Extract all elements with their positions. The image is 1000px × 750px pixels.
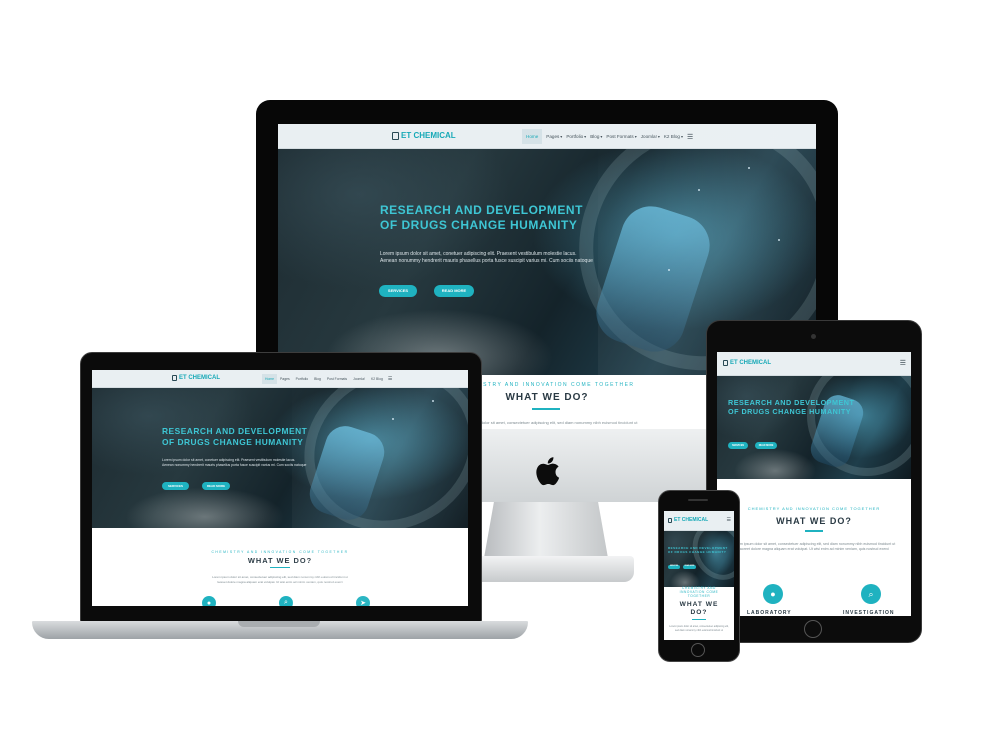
feature-laboratory-label: LABORATORY: [747, 610, 792, 616]
laptop-notch: [238, 621, 320, 627]
laptop-screen: ET CHEMICAL Home Pages Portfolio Blog Po…: [92, 370, 468, 606]
imac-stand-foot: [462, 556, 634, 582]
read-more-button[interactable]: READ MORE: [434, 285, 474, 297]
hero-title-line-2: OF DRUGS CHANGE HUMANITY: [380, 218, 578, 232]
hero-banner: RESEARCH AND DEVELOPMENT OF DRUGS CHANGE…: [92, 388, 468, 528]
menu-item-k2-blog[interactable]: K2 Blog: [368, 374, 386, 384]
hamburger-menu-icon[interactable]: ☰: [388, 376, 392, 382]
section-text: Lorem ipsum dolor sit amet, consectetuer…: [669, 625, 729, 632]
services-button[interactable]: SERVICES: [728, 442, 748, 449]
services-button[interactable]: SERVICES: [162, 482, 189, 490]
main-menu: Home Pages Portfolio Blog Post Formats J…: [262, 374, 392, 384]
hero-title: RESEARCH AND DEVELOPMENT OF DRUGS CHANGE…: [162, 426, 307, 447]
hero-text-line-2: Aenean nonummy hendrerit mauris phasellu…: [380, 258, 593, 265]
hero-text-line-2: Aenean nonummy hendrerit mauris phasellu…: [162, 462, 307, 467]
site-logo[interactable]: ET CHEMICAL: [668, 517, 708, 523]
feature-user-icon[interactable]: ●: [202, 596, 216, 606]
section-text-line-2: laoreet dolore magna aliquam erat volutp…: [217, 579, 343, 584]
site-logo[interactable]: ET CHEMICAL: [172, 375, 220, 381]
site-header: ET CHEMICAL Home Pages Portfolio Blog Po…: [92, 370, 468, 388]
dna-helix-graphic: [682, 531, 734, 587]
hero-title-line-2: OF DRUGS CHANGE HUMANITY: [162, 436, 304, 447]
hero-title-line-1: RESEARCH AND DEVELOPMENT: [380, 203, 583, 217]
hero-title-line-1: RESEARCH AND DEVELOPMENT: [162, 426, 308, 436]
read-more-button[interactable]: READ MORE: [755, 442, 777, 449]
menu-item-blog[interactable]: Blog: [311, 374, 324, 384]
menu-item-home[interactable]: Home: [522, 129, 543, 144]
section-subtitle: CHEMISTRY AND INNOVATION COME TOGETHER: [211, 550, 349, 554]
hamburger-menu-icon[interactable]: ☰: [900, 359, 906, 367]
tablet-camera: [811, 334, 816, 339]
section-text: Lorem ipsum dolor sit amet, consectetuer…: [717, 542, 911, 553]
feature-search-icon[interactable]: ⌕: [279, 596, 293, 606]
feature-user-icon[interactable]: ●: [763, 584, 783, 604]
section-text-line-2: laoreet dolore magna aliquam erat volutp…: [738, 547, 889, 552]
feature-investigation-label: INVESTIGATION: [843, 610, 895, 616]
menu-item-joomla[interactable]: Joomla!: [350, 374, 368, 384]
hero-text-line-1: Lorem ipsum dolor sit amet, conetuer adi…: [380, 251, 577, 257]
services-button[interactable]: SERVICES: [379, 285, 417, 297]
site-header: ET CHEMICAL ☰: [717, 352, 911, 376]
hero-title: RESEARCH AND DEVELOPMENT OF DRUGS CHANGE…: [728, 398, 854, 416]
title-underline: [805, 530, 823, 532]
hero-title-line-1: RESEARCH AND DEVELOPMENT: [728, 398, 855, 407]
hero-title: RESEARCH AND DEVELOPMENT OF DRUGS CHANGE…: [668, 546, 728, 555]
apple-logo-icon: [536, 457, 560, 486]
hero-title: RESEARCH AND DEVELOPMENT OF DRUGS CHANGE…: [380, 203, 583, 233]
feature-search-icon[interactable]: ⌕: [861, 584, 881, 604]
phone-home-button[interactable]: [691, 643, 705, 657]
site-header: ET CHEMICAL ☰: [664, 511, 734, 531]
title-underline: [270, 567, 290, 568]
hero-text: Lorem ipsum dolor sit amet, conetuer adi…: [380, 251, 610, 266]
section-title: WHAT WE DO?: [679, 601, 719, 616]
phone-screen: ET CHEMICAL ☰ RESEARCH AND DEVELOPMENT O…: [664, 511, 734, 640]
flask-icon: [723, 360, 728, 366]
hero-title-line-2: OF DRUGS CHANGE HUMANITY: [728, 407, 852, 416]
tablet-home-button[interactable]: [804, 620, 822, 638]
logo-text: ET CHEMICAL: [730, 360, 771, 366]
logo-text: ET CHEMICAL: [674, 517, 709, 523]
flask-icon: [392, 131, 399, 140]
services-button[interactable]: SERVICES: [668, 565, 680, 569]
menu-item-post-formats[interactable]: Post Formats: [602, 129, 637, 144]
chevron-down-icon: ▾: [680, 134, 683, 139]
logo-text: ET CHEMICAL: [179, 375, 220, 381]
site-header: ET CHEMICAL Home Pages ▾ Portfolio ▾ Blo…: [278, 124, 816, 149]
menu-item-home[interactable]: Home: [262, 374, 278, 384]
hero-title-line-2: OF DRUGS CHANGE HUMANITY: [668, 549, 727, 554]
site-logo[interactable]: ET CHEMICAL: [723, 360, 771, 366]
read-more-button[interactable]: READ MORE: [683, 565, 696, 569]
tablet-screen: ET CHEMICAL ☰ RESEARCH AND DEVELOPMENT O…: [717, 352, 911, 616]
section-text: Lorem ipsum dolor sit amet, consectetuer…: [92, 575, 468, 584]
flask-icon: [668, 517, 672, 523]
hamburger-menu-icon[interactable]: ☰: [727, 517, 731, 523]
section-title: WHAT WE DO?: [776, 516, 852, 526]
menu-item-portfolio[interactable]: Portfolio: [293, 374, 311, 384]
section-subtitle: CHEMISTRY AND INNOVATION COME TOGETHER: [747, 506, 881, 511]
main-menu: Home Pages ▾ Portfolio ▾ Blog ▾ Post For…: [522, 129, 693, 144]
read-more-button[interactable]: READ MORE: [202, 482, 230, 490]
logo-text: ET CHEMICAL: [401, 131, 456, 140]
hamburger-menu-icon[interactable]: ☰: [687, 133, 693, 141]
phone-speaker: [688, 499, 708, 501]
imac-stand-neck: [484, 502, 608, 558]
menu-item-post-formats[interactable]: Post Formats: [324, 374, 350, 384]
hero-banner: RESEARCH AND DEVELOPMENT OF DRUGS CHANGE…: [717, 376, 911, 479]
section-title: WHAT WE DO?: [247, 556, 313, 565]
flask-icon: [172, 375, 177, 381]
hero-banner: RESEARCH AND DEVELOPMENT OF DRUGS CHANGE…: [664, 531, 734, 587]
title-underline: [692, 619, 706, 620]
menu-item-pages[interactable]: Pages: [277, 374, 293, 384]
hero-text: Lorem ipsum dolor sit amet, conetuer adi…: [162, 458, 322, 468]
section-subtitle: CHEMISTRY AND INNOVATION COME TOGETHER: [664, 586, 734, 598]
section-subtitle-text: CHEMISTRY AND INNOVATION COME TOGETHER: [679, 586, 719, 599]
feature-send-icon[interactable]: ➤: [356, 596, 370, 606]
site-logo[interactable]: ET CHEMICAL: [392, 131, 456, 140]
title-underline: [532, 408, 560, 410]
